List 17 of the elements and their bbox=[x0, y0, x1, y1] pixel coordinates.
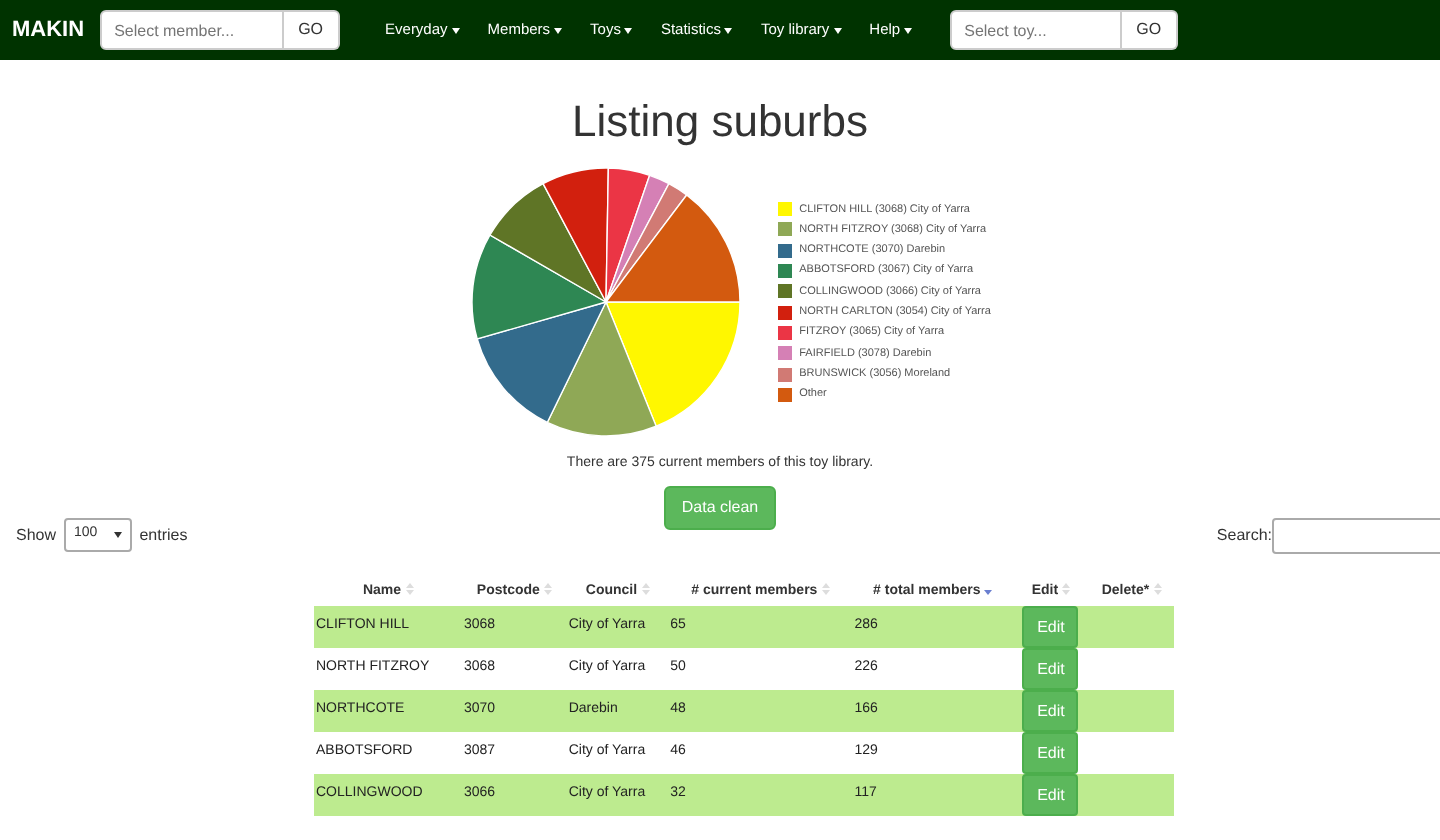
show-label: Show bbox=[16, 523, 57, 547]
search-field[interactable] bbox=[1272, 517, 1440, 553]
go-button[interactable]: GO bbox=[1122, 10, 1178, 50]
search-label: Search: bbox=[1216, 523, 1272, 547]
sort-icon bbox=[543, 582, 552, 597]
sort-icon bbox=[405, 582, 414, 597]
sort-icon bbox=[1153, 582, 1162, 597]
brand-logo[interactable]: MAKIN bbox=[12, 13, 85, 47]
sort-icon bbox=[821, 582, 830, 597]
entries-label: entries bbox=[139, 523, 188, 547]
go-button[interactable]: GO bbox=[284, 10, 340, 50]
toy-search-field[interactable]: Select toy... bbox=[950, 10, 1123, 50]
caret-icon bbox=[113, 532, 122, 538]
member-search-field[interactable]: Select member... bbox=[100, 10, 285, 50]
sort-icon bbox=[641, 582, 650, 597]
sort-icon bbox=[1062, 582, 1071, 597]
page-title: Listing suburbs bbox=[570, 94, 870, 150]
